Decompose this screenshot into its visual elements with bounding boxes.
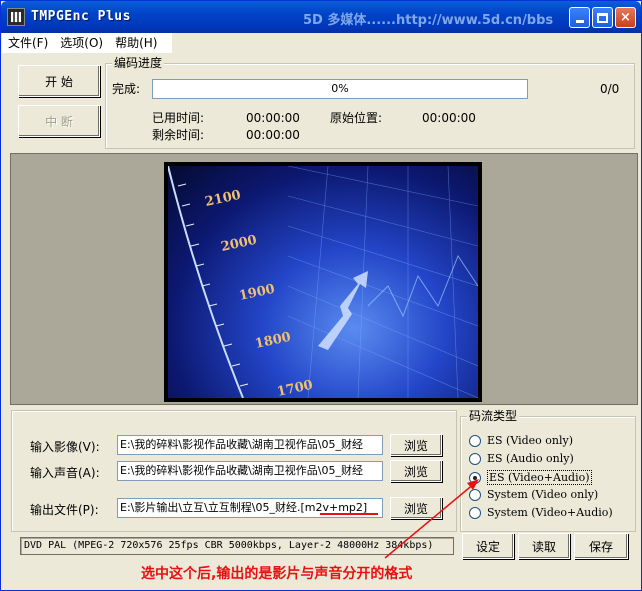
tick-label-1800: 1800: [254, 330, 293, 352]
maximize-button[interactable]: [592, 7, 613, 28]
audio-input-label: 输入声音(A):: [30, 466, 100, 480]
video-browse-button[interactable]: 浏览: [390, 434, 442, 456]
start-button[interactable]: 开 始: [18, 65, 100, 97]
stop-button[interactable]: 中 断: [18, 105, 100, 137]
video-preview-image: 2100 2000 1900 1800 1700: [168, 166, 478, 398]
stream-type-group: 码流类型 ES (Video only) ES (Audio only) ES …: [460, 409, 636, 532]
minimize-button[interactable]: [569, 7, 590, 28]
output-browse-button[interactable]: 浏览: [390, 497, 442, 519]
audio-input-field[interactable]: E:\我的碎料\影视作品收藏\湖南卫视作品\05_财经: [117, 461, 383, 481]
radio-icon[interactable]: [469, 488, 481, 501]
stream-option-system-video-audio[interactable]: System (Video+Audio): [469, 506, 613, 519]
tick-label-1900: 1900: [238, 282, 277, 304]
title-bar[interactable]: TMPGEnc Plus 5D 多媒体......http://www.5d.c…: [1, 1, 641, 33]
load-button[interactable]: 读取: [518, 533, 570, 559]
io-panel: 输入影像(V): E:\我的碎料\影视作品收藏\湖南卫视作品\05_财经 浏览 …: [10, 408, 638, 564]
tick-labels: 2100 2000 1900 1800 1700: [204, 188, 315, 398]
stream-option-label: ES (Video only): [487, 434, 574, 447]
output-file-label: 输出文件(P):: [30, 503, 99, 517]
save-button[interactable]: 保存: [574, 533, 628, 559]
stream-option-label: ES (Audio only): [487, 452, 574, 465]
radio-icon[interactable]: [469, 452, 481, 465]
source-position-label: 原始位置:: [330, 111, 383, 125]
close-icon: ×: [620, 10, 631, 25]
output-path-text: E:\影片输出\立互\立互制程\05_财经.: [120, 501, 301, 514]
output-file-field[interactable]: E:\影片输出\立互\立互制程\05_财经.[m2v+mp2]: [117, 498, 383, 518]
tick-label-2100: 2100: [204, 188, 243, 210]
radio-icon[interactable]: [469, 434, 481, 447]
menu-bar: 文件(F) 选项(O) 帮助(H): [2, 33, 172, 53]
menu-options[interactable]: 选项(O): [54, 33, 109, 53]
remaining-value: 00:00:00: [246, 128, 300, 142]
complete-label: 完成:: [112, 82, 141, 96]
stream-option-system-video[interactable]: System (Video only): [469, 488, 598, 501]
annotation-text: 选中这个后,输出的是影片与声音分开的格式: [141, 566, 413, 582]
close-button[interactable]: ×: [615, 7, 636, 28]
remaining-label: 剩余时间:: [152, 128, 205, 142]
radio-icon[interactable]: [469, 506, 481, 519]
frame-count: 0/0: [600, 82, 620, 96]
encode-progress-group: 编码进度 完成: 0% 0/0 已用时间: 00:00:00 原始位置: 00:…: [105, 56, 635, 149]
menu-file[interactable]: 文件(F): [2, 33, 54, 53]
elapsed-label: 已用时间:: [152, 111, 205, 125]
minimize-icon: [575, 20, 584, 23]
stream-option-label: ES (Video+Audio): [487, 470, 592, 485]
extension-underline: [320, 513, 378, 515]
source-position-value: 00:00:00: [422, 111, 476, 125]
progress-bar: 0%: [152, 79, 528, 99]
encode-panel: 开 始 中 断 编码进度 完成: 0% 0/0 已用时间: 00:00:00 原…: [5, 55, 637, 153]
encode-progress-title: 编码进度: [112, 56, 165, 70]
radio-selected-icon[interactable]: [469, 471, 481, 484]
app-window: TMPGEnc Plus 5D 多媒体......http://www.5d.c…: [0, 0, 642, 591]
trend-line: [367, 254, 478, 318]
stream-option-label: System (Video only): [487, 488, 599, 501]
maximize-icon: [597, 12, 608, 23]
preview-area: 2100 2000 1900 1800 1700: [10, 153, 638, 405]
app-icon[interactable]: [7, 8, 25, 26]
menu-help[interactable]: 帮助(H): [109, 33, 163, 53]
window-title: TMPGEnc Plus: [31, 9, 131, 24]
grid-lines: [287, 166, 478, 398]
io-group: 输入影像(V): E:\我的碎料\影视作品收藏\湖南卫视作品\05_财经 浏览 …: [11, 410, 457, 532]
preview-graphic: 2100 2000 1900 1800 1700: [168, 166, 478, 398]
stream-option-es-video[interactable]: ES (Video only): [469, 434, 573, 447]
format-status: DVD PAL (MPEG-2 720x576 25fps CBR 5000kb…: [20, 537, 454, 555]
video-input-field[interactable]: E:\我的碎料\影视作品收藏\湖南卫视作品\05_财经: [117, 435, 383, 455]
stream-type-title: 码流类型: [467, 409, 520, 423]
stream-option-label: System (Video+Audio): [487, 506, 613, 519]
stream-option-es-video-audio[interactable]: ES (Video+Audio): [469, 470, 592, 485]
watermark: 5D 多媒体......http://www.5d.cn/bbs: [303, 13, 554, 28]
setting-button[interactable]: 设定: [462, 533, 514, 559]
stream-option-es-audio[interactable]: ES (Audio only): [469, 452, 574, 465]
audio-browse-button[interactable]: 浏览: [390, 460, 442, 482]
elapsed-value: 00:00:00: [246, 111, 300, 125]
tick-label-2000: 2000: [220, 233, 259, 255]
progress-percent: 0%: [331, 82, 349, 95]
preview-frame: 2100 2000 1900 1800 1700: [164, 162, 482, 402]
ruler-ticks: [177, 183, 249, 387]
video-input-label: 输入影像(V):: [30, 440, 100, 454]
